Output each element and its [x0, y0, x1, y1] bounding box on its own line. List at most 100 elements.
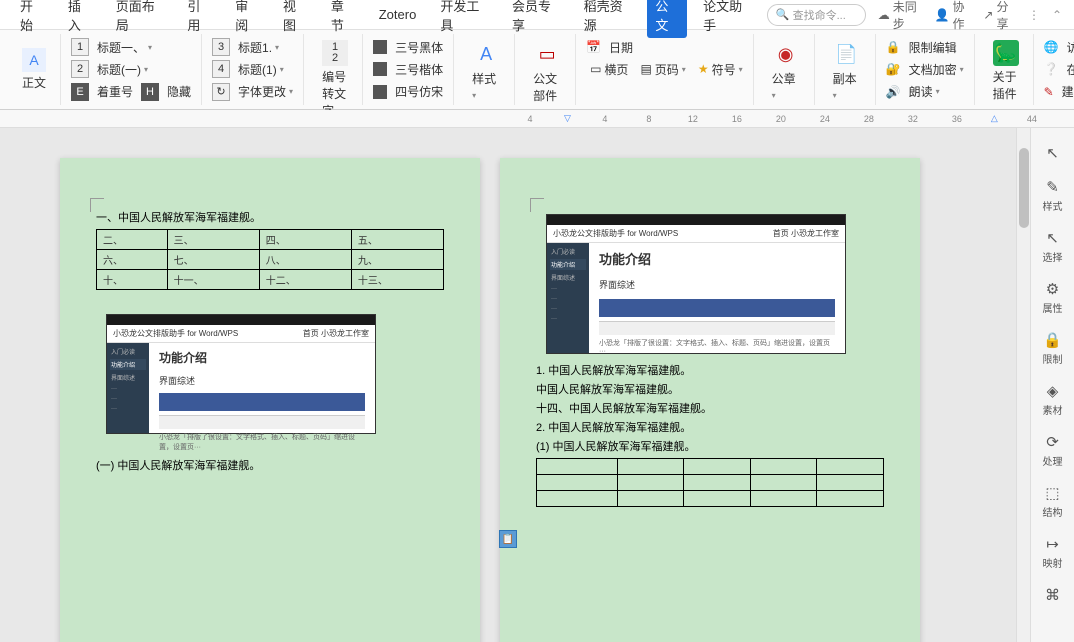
help-icon: ❔	[1044, 62, 1059, 76]
font-icon	[373, 85, 387, 99]
menu-reference[interactable]: 引用	[179, 0, 219, 38]
onlinehelp-button[interactable]: 在线帮助	[1063, 59, 1074, 80]
parts-icon: ▭	[533, 40, 561, 68]
feedback-button[interactable]: 建议反馈	[1058, 81, 1074, 102]
fuhao-button[interactable]: ★ 符号▾	[694, 59, 747, 80]
page-1[interactable]: 一、中国人民解放军海军福建舰。 二、三、四、五、 六、七、八、九、 十、十一、十…	[60, 158, 480, 642]
yema-button[interactable]: ▤ 页码▾	[636, 59, 689, 80]
right-sidebar: ↖ ✎样式 ↖选择 ⚙属性 🔒限制 ◈素材 ⟳处理 ⬚结构 ↦映射 ⌘	[1030, 128, 1074, 642]
embedded-screenshot-2[interactable]: 小恐龙公文排版助手 for Word/WPS首页 小恐龙工作室 入门必读 功能介…	[546, 214, 846, 354]
font3-button[interactable]: 四号仿宋	[391, 81, 447, 102]
doc-line[interactable]: (1) 中国人民解放军海军福建舰。	[536, 438, 884, 454]
doc-line[interactable]: 1. 中国人民解放军海军福建舰。	[536, 362, 884, 378]
heading2-button[interactable]: 标题(一)▾	[93, 59, 152, 80]
e-icon: E	[71, 83, 89, 101]
doc-table-2[interactable]	[536, 458, 884, 507]
menu-view[interactable]: 视图	[275, 0, 315, 38]
about-button[interactable]: 🦕 关于插件	[985, 36, 1027, 106]
xzbj-button[interactable]: 限制编辑	[905, 37, 961, 58]
search-icon: 🔍	[776, 8, 790, 21]
numconv-icon: 12	[322, 40, 348, 66]
emphasis-button[interactable]: 着重号	[93, 81, 137, 102]
menu-review[interactable]: 审阅	[227, 0, 267, 38]
style-a-icon: A	[472, 40, 500, 68]
more-icon[interactable]: ⋮	[1028, 8, 1040, 22]
font1-button[interactable]: 三号黑体	[391, 37, 447, 58]
plugin-icon: 🦕	[993, 40, 1019, 66]
scroll-thumb[interactable]	[1019, 148, 1029, 228]
menu-zotero[interactable]: Zotero	[371, 3, 425, 26]
langdu-button[interactable]: 朗读▾	[905, 81, 944, 102]
user-icon: 👤	[935, 8, 950, 22]
sidetool-select[interactable]: ↖选择	[1031, 223, 1074, 270]
sidetool-material[interactable]: ◈素材	[1031, 376, 1074, 423]
fontchange-button[interactable]: 字体更改▾	[234, 81, 297, 102]
sidetool-style[interactable]: ✎样式	[1031, 172, 1074, 219]
heading1-button[interactable]: 标题一、▾	[93, 37, 156, 58]
num4-icon: 4	[212, 60, 230, 78]
heading4-button[interactable]: 标题(1)▾	[234, 59, 288, 80]
doc-table-1[interactable]: 二、三、四、五、 六、七、八、九、 十、十一、十二、十三、	[96, 229, 444, 290]
website-button[interactable]: 访问网站	[1063, 37, 1074, 58]
paste-options-icon[interactable]: 📋	[499, 530, 517, 548]
wdjm-button[interactable]: 文档加密▾	[905, 59, 968, 80]
sidetool-mapping[interactable]: ↦映射	[1031, 529, 1074, 576]
menu-devtools[interactable]: 开发工具	[432, 0, 496, 38]
page-icon: ▭	[590, 62, 601, 76]
doc-line[interactable]: (一) 中国人民解放军海军福建舰。	[96, 457, 444, 473]
sidetool-structure[interactable]: ⬚结构	[1031, 478, 1074, 525]
zhengwen-button[interactable]: A 正文	[14, 44, 54, 95]
date-icon: 📅	[586, 40, 601, 54]
doc-line[interactable]: 中国人民解放军海军福建舰。	[536, 381, 884, 397]
doc-line[interactable]: 十四、中国人民解放军海军福建舰。	[536, 400, 884, 416]
h-icon: H	[141, 83, 159, 101]
hengye-button[interactable]: ▭ 横页	[586, 59, 632, 80]
structure-icon: ⬚	[1045, 484, 1059, 502]
ruler-marker-icon[interactable]: ▽	[564, 113, 571, 124]
horizontal-ruler[interactable]: 4 ▽ 4 8 12 16 20 24 28 32 36 △ 44	[0, 110, 1074, 128]
document-workspace[interactable]: 一、中国人民解放军海军福建舰。 二、三、四、五、 六、七、八、九、 十、十一、十…	[0, 128, 1074, 642]
text-a-icon: A	[22, 48, 46, 72]
doc-line[interactable]: 2. 中国人民解放军海军福建舰。	[536, 419, 884, 435]
ribbon-toolbar: A 正文 1标题一、▾ 2标题(一)▾ E着重号 H隐藏 3标题1.▾ 4标题(…	[0, 30, 1074, 110]
menu-layout[interactable]: 页面布局	[108, 0, 172, 38]
ruler-marker-icon[interactable]: △	[991, 113, 998, 124]
hide-button[interactable]: 隐藏	[163, 81, 195, 102]
menu-insert[interactable]: 插入	[60, 0, 100, 38]
font-icon	[373, 62, 387, 76]
sidetool-property[interactable]: ⚙属性	[1031, 274, 1074, 321]
sync-button[interactable]: ☁未同步	[878, 0, 923, 32]
globe-icon: 🌐	[1044, 40, 1059, 54]
command-search[interactable]: 🔍 查找命令...	[767, 4, 866, 26]
pagenum-icon: ▤	[640, 62, 651, 76]
menu-member[interactable]: 会员专享	[504, 0, 568, 38]
collapse-icon[interactable]: ⌃	[1052, 8, 1062, 22]
sidetool-restrict[interactable]: 🔒限制	[1031, 325, 1074, 372]
fuben-button[interactable]: 📄 副本▾	[825, 36, 869, 105]
collab-button[interactable]: 👤协作	[935, 0, 972, 32]
refresh-icon: ↻	[212, 83, 230, 101]
sidetool-more[interactable]: ⌘	[1031, 580, 1074, 610]
menu-gongwen[interactable]: 公文	[647, 0, 687, 38]
menu-bar: 开始 插入 页面布局 引用 审阅 视图 章节 Zotero 开发工具 会员专享 …	[0, 0, 1074, 30]
share-button[interactable]: ↗分享	[983, 0, 1016, 32]
num1-icon: 1	[71, 38, 89, 56]
doc-heading[interactable]: 一、中国人民解放军海军福建舰。	[96, 209, 444, 225]
arrow-icon: ↖	[1046, 229, 1059, 247]
font2-button[interactable]: 三号楷体	[391, 59, 447, 80]
embedded-screenshot[interactable]: 小恐龙公文排版助手 for Word/WPS首页 小恐龙工作室 入门必读 功能介…	[106, 314, 376, 434]
copy-icon: 📄	[833, 40, 861, 68]
menu-start[interactable]: 开始	[12, 0, 52, 38]
style-button[interactable]: A 样式▾	[464, 36, 508, 105]
menu-thesis[interactable]: 论文助手	[695, 0, 759, 38]
gongzhang-button[interactable]: ◉ 公章▾	[764, 36, 808, 105]
menu-docer[interactable]: 稻壳资源	[576, 0, 640, 38]
sidetool-cursor[interactable]: ↖	[1031, 138, 1074, 168]
date-button[interactable]: 日期	[605, 37, 637, 58]
heading3-button[interactable]: 标题1.▾	[234, 37, 283, 58]
page-2[interactable]: 小恐龙公文排版助手 for Word/WPS首页 小恐龙工作室 入门必读 功能介…	[500, 158, 920, 642]
sidetool-process[interactable]: ⟳处理	[1031, 427, 1074, 474]
menu-chapter[interactable]: 章节	[323, 0, 363, 38]
vertical-scrollbar[interactable]	[1016, 128, 1030, 642]
feedback-icon: ✎	[1044, 85, 1054, 99]
